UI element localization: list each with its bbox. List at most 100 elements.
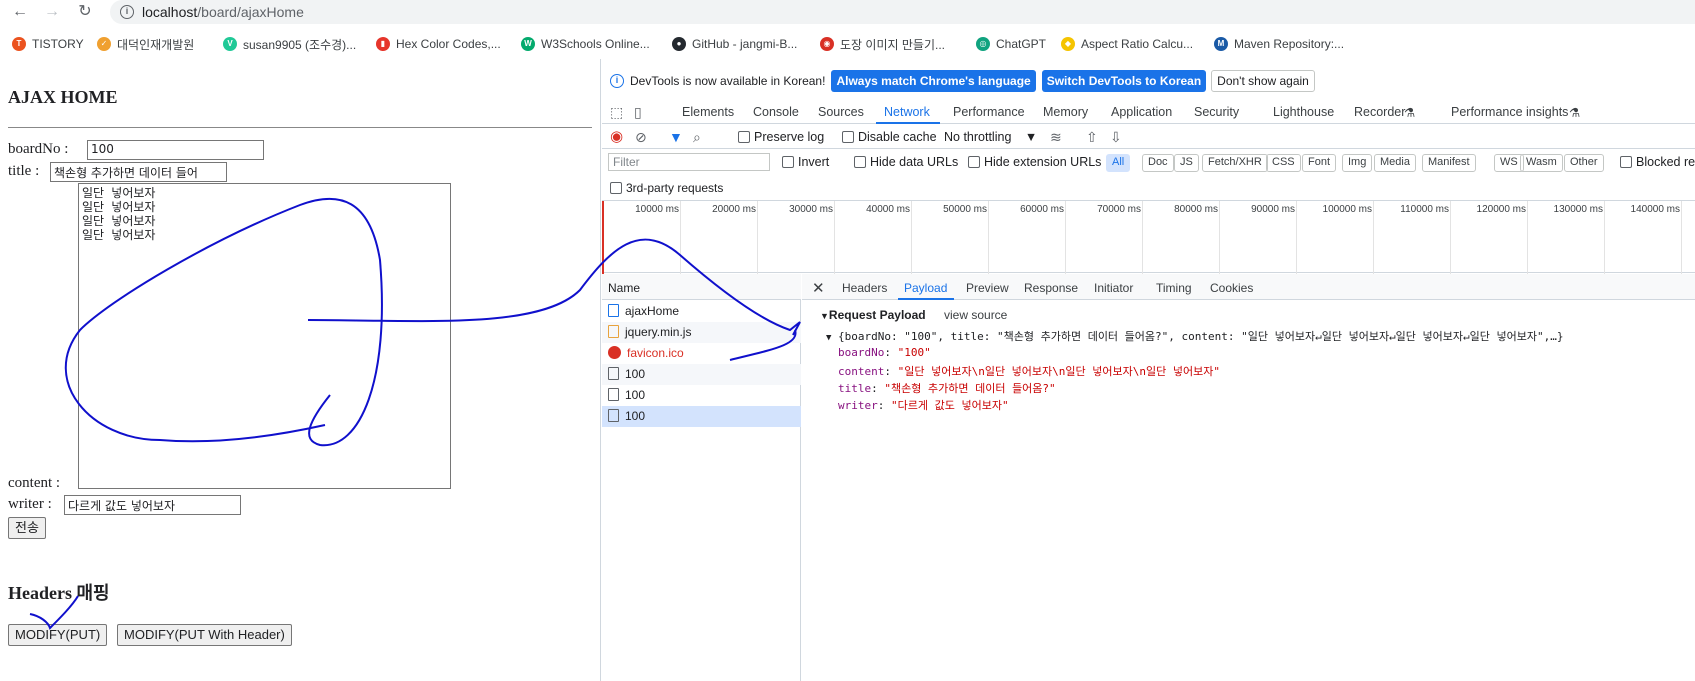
tab-lighthouse[interactable]: Lighthouse [1273, 105, 1334, 119]
filter-chip-other[interactable]: Other [1564, 154, 1604, 172]
match-language-button[interactable]: Always match Chrome's language [831, 70, 1036, 92]
request-row[interactable]: 100 [602, 406, 801, 427]
filter-icon[interactable]: ▼ [669, 129, 683, 145]
bookmark-item[interactable]: T TISTORY [12, 34, 84, 54]
tab-security[interactable]: Security [1194, 105, 1239, 119]
device-toolbar-icon[interactable]: ▯ [634, 104, 642, 120]
inspect-element-icon[interactable]: ⬚ [610, 104, 623, 120]
request-payload-header[interactable]: ▼Request Payload [820, 308, 926, 322]
view-source-link[interactable]: view source [944, 308, 1007, 322]
network-timeline[interactable]: 10000 ms 20000 ms 30000 ms 40000 ms 50000 ms… [602, 200, 1695, 274]
file-icon [608, 367, 619, 380]
filter-chip-all[interactable]: All [1106, 154, 1131, 172]
address-bar[interactable]: i localhost/board/ajaxHome [110, 0, 1695, 24]
content-textarea[interactable]: 일단 넣어보자 일단 넣어보자 일단 넣어보자 일단 넣어보자 [78, 183, 451, 489]
third-party-checkbox[interactable]: 3rd-party requests [610, 181, 723, 195]
name-column-header[interactable]: Name [602, 274, 801, 300]
blocked-requests-checkbox[interactable]: Blocked res [1620, 155, 1695, 169]
detail-tab-response[interactable]: Response [1024, 281, 1078, 295]
disable-cache-checkbox[interactable]: Disable cache [842, 130, 937, 144]
filter-chip-font[interactable]: Font [1302, 154, 1337, 172]
bookmark-item[interactable]: ◉ 도장 이미지 만들기... [820, 34, 945, 54]
filter-chip-css[interactable]: CSS [1266, 154, 1301, 172]
export-har-icon[interactable]: ⇩ [1110, 129, 1122, 145]
forward-arrow-icon[interactable]: → [43, 3, 61, 21]
payload-field[interactable]: content: "일단 넣어보자\n일단 넣어보자\n일단 넣어보자\n일단 … [838, 363, 1220, 379]
bookmark-favicon-icon: ● [672, 37, 686, 51]
request-row[interactable]: 100 [602, 385, 801, 406]
detail-tab-initiator[interactable]: Initiator [1094, 281, 1133, 295]
bookmark-item[interactable]: ● GitHub - jangmi-B... [672, 34, 797, 54]
payload-field[interactable]: boardNo: "100" [838, 346, 931, 359]
filter-chip-img[interactable]: Img [1342, 154, 1373, 172]
tab-network[interactable]: Network [884, 105, 930, 119]
hide-extension-urls-checkbox[interactable]: Hide extension URLs [968, 155, 1101, 169]
bookmark-item[interactable]: Vsusan9905 (조수경)... [223, 34, 356, 54]
tab-performance-insights[interactable]: Performance insights [1451, 105, 1568, 119]
divider [8, 127, 592, 128]
request-name: jquery.min.js [625, 325, 692, 339]
request-name: 100 [625, 388, 646, 402]
request-row[interactable]: favicon.ico [602, 343, 801, 364]
invert-checkbox[interactable]: Invert [782, 155, 829, 169]
bookmark-item[interactable]: W W3Schools Online... [521, 34, 650, 54]
submit-button[interactable]: 전송 [8, 517, 46, 539]
detail-tab-timing[interactable]: Timing [1156, 281, 1192, 295]
throttling-select[interactable]: No throttling ▼ [944, 130, 1037, 144]
bookmark-label: susan9905 (조수경)... [243, 37, 357, 52]
bookmark-item[interactable]: ▮ Hex Color Codes,... [376, 34, 501, 54]
payload-value: "일단 넣어보자\n일단 넣어보자\n일단 넣어보자\n일단 넣어보자" [897, 365, 1220, 378]
reload-icon[interactable]: ↻ [76, 3, 94, 21]
web-page: AJAX HOME boardNo : 100 title : 책손형 추가하면… [0, 59, 601, 681]
filter-chip-js[interactable]: JS [1174, 154, 1199, 172]
tab-elements[interactable]: Elements [682, 105, 734, 119]
detail-tab-cookies[interactable]: Cookies [1210, 281, 1253, 295]
detail-tab-headers[interactable]: Headers [842, 281, 887, 295]
bookmark-item[interactable]: M Maven Repository:... [1214, 34, 1344, 54]
payload-field[interactable]: title: "책손형 추가하면 데이터 들어옴?" [838, 380, 1056, 396]
switch-korean-button[interactable]: Switch DevTools to Korean [1041, 70, 1207, 92]
import-har-icon[interactable]: ⇧ [1086, 129, 1098, 145]
payload-summary[interactable]: ▼ {boardNo: "100", title: "책손형 추가하면 데이터 … [826, 328, 1563, 344]
close-icon[interactable]: ✕ [812, 279, 825, 297]
back-arrow-icon[interactable]: ← [11, 3, 29, 21]
filter-chip-media[interactable]: Media [1374, 154, 1416, 172]
bookmark-item[interactable]: ◆ Aspect Ratio Calcu... [1061, 34, 1193, 54]
network-conditions-icon[interactable]: ≋ [1050, 129, 1062, 145]
payload-field[interactable]: writer: "다르게 값도 넣어보자" [838, 397, 1009, 413]
tab-memory[interactable]: Memory [1043, 105, 1088, 119]
preserve-log-checkbox[interactable]: Preserve log [738, 130, 824, 144]
info-icon: i [610, 74, 624, 88]
tab-console[interactable]: Console [753, 105, 799, 119]
filter-chip-wasm[interactable]: Wasm [1520, 154, 1563, 172]
bookmark-item[interactable]: ✓ 대덕인재개발원 [97, 34, 194, 54]
detail-tab-payload[interactable]: Payload [904, 281, 947, 295]
bookmark-favicon-icon: ◎ [976, 37, 990, 51]
hide-data-urls-checkbox[interactable]: Hide data URLs [854, 155, 958, 169]
clear-icon[interactable]: ⊘ [635, 129, 647, 145]
tab-performance[interactable]: Performance [953, 105, 1025, 119]
request-row[interactable]: ajaxHome [602, 301, 801, 322]
timeline-tick: 120000 ms [1477, 201, 1528, 274]
modify-put-button[interactable]: MODIFY(PUT) [8, 624, 108, 646]
filter-chip-manifest[interactable]: Manifest [1422, 154, 1476, 172]
tab-application[interactable]: Application [1111, 105, 1172, 119]
boardno-input[interactable]: 100 [87, 140, 264, 160]
bookmark-item[interactable]: ◎ ChatGPT [976, 34, 1046, 54]
request-row[interactable]: jquery.min.js [602, 322, 801, 343]
filter-chip-fetchxhr[interactable]: Fetch/XHR [1202, 154, 1268, 172]
site-info-icon[interactable]: i [120, 5, 134, 19]
tab-sources[interactable]: Sources [818, 105, 864, 119]
filter-input[interactable]: Filter [608, 153, 770, 171]
record-icon[interactable]: ◉ [610, 129, 623, 145]
request-row[interactable]: 100 [602, 364, 801, 385]
detail-tab-preview[interactable]: Preview [966, 281, 1009, 295]
title-input[interactable]: 책손형 추가하면 데이터 들어 [50, 162, 227, 182]
devtools-panel: i DevTools is now available in Korean! A… [602, 59, 1695, 681]
filter-chip-doc[interactable]: Doc [1142, 154, 1174, 172]
tab-recorder[interactable]: Recorder [1354, 105, 1405, 119]
writer-input[interactable]: 다르게 값도 넣어보자 [64, 495, 241, 515]
search-icon[interactable]: ⌕ [693, 129, 701, 145]
modify-put-header-button[interactable]: MODIFY(PUT With Header) [117, 624, 292, 646]
dont-show-again-button[interactable]: Don't show again [1211, 70, 1315, 92]
